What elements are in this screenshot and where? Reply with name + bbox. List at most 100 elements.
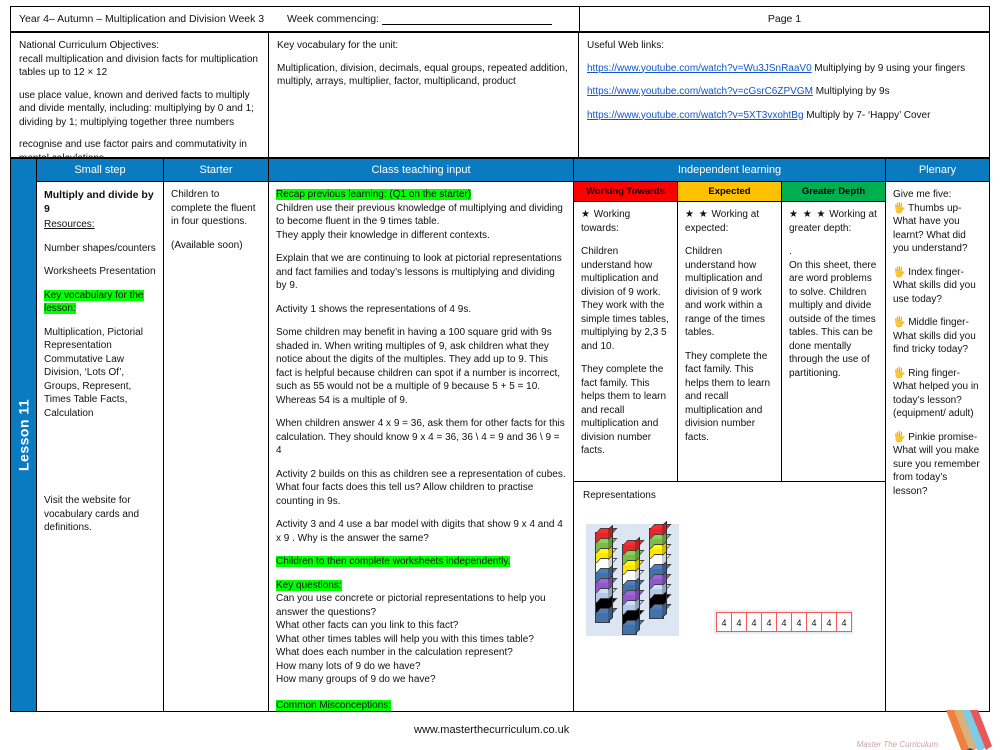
starter-column: Starter Children to complete the fluent … bbox=[164, 159, 269, 711]
greater-depth-content: ★ ★ ★ Working at greater depth: . On thi… bbox=[782, 202, 885, 481]
cube-tower-illustration bbox=[586, 524, 679, 636]
representations-panel: Representations 444444444 bbox=[574, 482, 885, 711]
working-towards-para-1: Children understand how multiplication a… bbox=[581, 246, 669, 352]
nc-objective-2: use place value, known and derived facts… bbox=[19, 89, 254, 128]
week-commencing-blank[interactable] bbox=[382, 14, 553, 25]
lesson-number-label: Lesson 11 bbox=[15, 398, 32, 472]
small-step-column: Small step Multiply and divide by 9 Reso… bbox=[37, 159, 164, 711]
web-link-2-caption: Multiplying by 9s bbox=[812, 86, 890, 97]
class-teaching-column: Class teaching input Recap previous lear… bbox=[269, 159, 574, 711]
week-commencing-label: Week commencing: bbox=[287, 13, 380, 25]
document-header: Year 4– Autumn – Multiplication and Divi… bbox=[10, 6, 990, 32]
hand-icon: 🖐 bbox=[893, 202, 906, 214]
class-teaching-header: Class teaching input bbox=[269, 159, 573, 182]
key-question-1: Can you use concrete or pictorial repres… bbox=[276, 593, 546, 618]
plenary-body: Give me five: 🖐 Thumbs up- What have you… bbox=[886, 182, 989, 711]
web-link-row: https://www.youtube.com/watch?v=5XT3vxoh… bbox=[587, 109, 981, 124]
bar-model-cell: 4 bbox=[806, 612, 822, 632]
plenary-item: 🖐 Middle finger- What skills did you fin… bbox=[893, 316, 982, 357]
expected-para-2: They complete the fact family. This help… bbox=[685, 350, 771, 443]
starter-note: (Available soon) bbox=[171, 239, 243, 251]
band-greater-depth: Greater Depth bbox=[782, 182, 885, 201]
lesson-number-column: Lesson 11 bbox=[11, 159, 37, 711]
unit-vocab-text: Multiplication, division, decimals, equa… bbox=[277, 62, 568, 88]
nc-objective-1: recall multiplication and division facts… bbox=[19, 53, 258, 79]
bar-model-cell: 4 bbox=[776, 612, 792, 632]
greater-depth-para: On this sheet, there are word problems t… bbox=[789, 259, 877, 379]
web-link-3-caption: Multiply by 7- ‘Happy’ Cover bbox=[803, 109, 931, 121]
teaching-para-5: Some children may benefit in having a 10… bbox=[276, 327, 561, 406]
key-question-2: What other facts can you link to this fa… bbox=[276, 620, 459, 631]
greater-depth-dot: . bbox=[789, 246, 792, 257]
logo-wordmark: Master The Curriculum bbox=[856, 740, 938, 749]
independent-learning-header: Independent learning bbox=[574, 159, 885, 182]
plenary-column: Plenary Give me five: 🖐 Thumbs up- What … bbox=[886, 159, 989, 711]
lesson-plan-page: Year 4– Autumn – Multiplication and Divi… bbox=[0, 0, 1000, 750]
page-title: Year 4– Autumn – Multiplication and Divi… bbox=[19, 13, 265, 25]
bar-model-cell: 4 bbox=[716, 612, 732, 632]
small-step-body: Multiply and divide by 9 Resources: Numb… bbox=[37, 182, 163, 711]
star-rating-3: ★ ★ ★ bbox=[789, 209, 827, 220]
cube-block bbox=[622, 624, 637, 635]
plenary-item-text: Pinkie promise- What will you make sure … bbox=[893, 431, 980, 497]
starter-text: Children to complete the fluent in four … bbox=[171, 189, 256, 227]
plenary-item: 🖐 Ring finger- What helped you in today’… bbox=[893, 367, 982, 421]
web-link-row: https://www.youtube.com/watch?v=Wu3JSnRa… bbox=[587, 62, 981, 77]
hand-icon: 🖐 bbox=[893, 317, 906, 328]
lesson-grid: Lesson 11 Small step Multiply and divide… bbox=[10, 158, 990, 712]
plenary-heading: Give me five: bbox=[893, 189, 952, 200]
plenary-item-text: Middle finger- What skills did you find … bbox=[893, 317, 976, 355]
page-number: Page 1 bbox=[579, 7, 989, 31]
unit-vocab-heading: Key vocabulary for the unit: bbox=[277, 40, 399, 51]
star-rating-2: ★ ★ bbox=[685, 209, 709, 220]
cube-tower bbox=[622, 544, 641, 635]
plenary-item: 🖐 Thumbs up- What have you learnt? What … bbox=[893, 202, 982, 256]
working-towards-content: ★ Working towards: Children understand h… bbox=[574, 202, 678, 481]
bar-model-cell: 4 bbox=[731, 612, 747, 632]
teaching-para-6: When children answer 4 x 9 = 36, ask the… bbox=[276, 418, 565, 456]
expected-content: ★ ★ Working at expected: Children unders… bbox=[678, 202, 782, 481]
lesson-vocab-list: Multiplication, Pictorial Representation… bbox=[44, 326, 143, 419]
small-step-footer-note: Visit the website for vocabulary cards a… bbox=[44, 495, 140, 534]
web-link-2[interactable]: https://www.youtube.com/watch?v=cGsrC6ZP… bbox=[587, 86, 813, 97]
document-footer: www.masterthecurriculum.co.uk Master The… bbox=[0, 710, 1000, 750]
plenary-item: 🖐 Pinkie promise- What will you make sur… bbox=[893, 431, 982, 499]
web-link-3[interactable]: https://www.youtube.com/watch?v=5XT3vxoh… bbox=[587, 110, 804, 121]
starter-header: Starter bbox=[164, 159, 268, 182]
teaching-para-2: They apply their knowledge in different … bbox=[276, 229, 490, 241]
cube-block bbox=[595, 612, 610, 623]
bar-model-cell: 4 bbox=[791, 612, 807, 632]
independent-learning-column: Independent learning Working Towards Exp… bbox=[574, 159, 886, 711]
key-questions-heading: Key questions: bbox=[276, 579, 342, 591]
cube-tower bbox=[595, 532, 614, 623]
bar-model-cell: 4 bbox=[761, 612, 777, 632]
small-step-header: Small step bbox=[37, 159, 163, 182]
bar-model: 444444444 bbox=[714, 610, 853, 634]
web-links-box: Useful Web links: https://www.youtube.co… bbox=[579, 33, 989, 157]
web-links-heading: Useful Web links: bbox=[587, 40, 665, 51]
nc-heading: National Curriculum Objectives: bbox=[19, 40, 160, 51]
resource-item-1: Number shapes/counters bbox=[44, 242, 156, 254]
footer-url[interactable]: www.masterthecurriculum.co.uk bbox=[414, 724, 569, 736]
brand-logo-icon bbox=[946, 710, 992, 750]
class-teaching-body: Recap previous learning: (Q1 on the star… bbox=[269, 182, 573, 711]
lesson-vocab-heading: Key vocabulary for the lesson: bbox=[44, 289, 144, 315]
attainment-content-row: ★ Working towards: Children understand h… bbox=[574, 202, 885, 482]
working-towards-para-2: They complete the fact family. This help… bbox=[581, 364, 667, 456]
small-step-title: Multiply and divide by 9 bbox=[44, 189, 154, 216]
resources-label: Resources: bbox=[44, 219, 95, 231]
web-link-1[interactable]: https://www.youtube.com/watch?v=Wu3JSnRa… bbox=[587, 63, 812, 74]
hand-icon: 🖐 bbox=[893, 431, 906, 443]
star-rating-1: ★ bbox=[581, 209, 591, 220]
key-question-5: How many lots of 9 do we have? bbox=[276, 660, 421, 672]
web-link-1-caption: Multiplying by 9 using your fingers bbox=[811, 62, 966, 74]
hand-icon: 🖐 bbox=[893, 266, 906, 278]
teaching-para-7: Activity 2 builds on this as children se… bbox=[276, 468, 566, 507]
recap-heading: Recap previous learning: (Q1 on the star… bbox=[276, 189, 472, 200]
info-band: National Curriculum Objectives: recall m… bbox=[10, 32, 990, 164]
hand-icon: 🖐 bbox=[893, 367, 906, 379]
week-commencing-field[interactable]: Week commencing: bbox=[279, 7, 579, 31]
cube-block bbox=[649, 608, 664, 619]
teaching-para-1: Children use their previous knowledge of… bbox=[276, 202, 563, 228]
expected-para-1: Children understand how multiplication a… bbox=[685, 246, 766, 338]
